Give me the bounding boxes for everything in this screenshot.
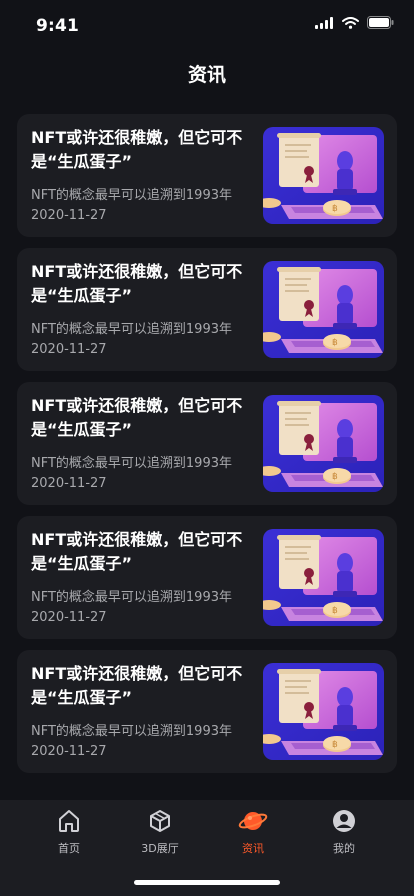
nav-label-home: 首页 (58, 842, 80, 855)
page-title: 资讯 (187, 64, 226, 86)
article-title: NFT或许还很稚嫩，但它可不是“生瓜蛋子” (31, 396, 243, 439)
article-card[interactable]: NFT或许还很稚嫩，但它可不是“生瓜蛋子” NFT的概念最早可以追溯到1993年… (17, 516, 397, 639)
nav-item-news[interactable]: 资讯 (218, 808, 288, 856)
article-card[interactable]: NFT或许还很稚嫩，但它可不是“生瓜蛋子” NFT的概念最早可以追溯到1993年… (17, 650, 397, 773)
article-date: 2020-11-27 (31, 208, 107, 223)
wifi-icon (342, 16, 359, 29)
svg-text:฿: ฿ (332, 204, 338, 214)
battery-icon (367, 16, 394, 29)
svg-text:฿: ฿ (332, 740, 338, 750)
article-thumbnail: ฿ (263, 261, 384, 358)
signal-icon (315, 16, 333, 29)
home-indicator (134, 880, 280, 885)
article-subtitle: NFT的概念最早可以追溯到1993年 (31, 724, 232, 739)
article-card[interactable]: NFT或许还很稚嫩，但它可不是“生瓜蛋子” NFT的概念最早可以追溯到1993年… (17, 114, 397, 237)
article-title: NFT或许还很稚嫩，但它可不是“生瓜蛋子” (31, 530, 243, 573)
article-thumbnail: ฿ (263, 663, 384, 760)
article-card[interactable]: NFT或许还很稚嫩，但它可不是“生瓜蛋子” NFT的概念最早可以追溯到1993年… (17, 382, 397, 505)
article-thumbnail: ฿ (263, 127, 384, 224)
nav-label-3d-hall: 3D展厅 (141, 842, 179, 855)
article-date: 2020-11-27 (31, 476, 107, 491)
nav-item-me[interactable]: 我的 (309, 808, 379, 856)
svg-text:฿: ฿ (332, 472, 338, 482)
status-icons (315, 16, 394, 29)
article-title: NFT或许还很稚嫩，但它可不是“生瓜蛋子” (31, 262, 243, 305)
planet-icon (238, 812, 268, 830)
article-subtitle: NFT的概念最早可以追溯到1993年 (31, 322, 232, 337)
article-date: 2020-11-27 (31, 744, 107, 759)
status-bar: 9:41 (0, 0, 414, 50)
article-subtitle: NFT的概念最早可以追溯到1993年 (31, 590, 232, 605)
article-list: NFT或许还很稚嫩，但它可不是“生瓜蛋子” NFT的概念最早可以追溯到1993年… (17, 114, 397, 784)
article-card[interactable]: NFT或许还很稚嫩，但它可不是“生瓜蛋子” NFT的概念最早可以追溯到1993年… (17, 248, 397, 371)
article-title: NFT或许还很稚嫩，但它可不是“生瓜蛋子” (31, 128, 243, 171)
status-time: 9:41 (36, 16, 80, 36)
article-subtitle: NFT的概念最早可以追溯到1993年 (31, 456, 232, 471)
cube-icon (150, 810, 170, 832)
article-subtitle: NFT的概念最早可以追溯到1993年 (31, 188, 232, 203)
nav-label-news: 资讯 (242, 842, 264, 855)
nav-item-home[interactable]: 首页 (34, 808, 104, 856)
nav-label-me: 我的 (333, 842, 355, 855)
user-icon (333, 810, 355, 832)
svg-text:฿: ฿ (332, 606, 338, 616)
nav-item-3d-hall[interactable]: 3D展厅 (125, 808, 195, 856)
article-date: 2020-11-27 (31, 610, 107, 625)
article-thumbnail: ฿ (263, 395, 384, 492)
svg-text:฿: ฿ (332, 338, 338, 348)
home-icon (59, 810, 79, 832)
article-title: NFT或许还很稚嫩，但它可不是“生瓜蛋子” (31, 664, 243, 707)
article-date: 2020-11-27 (31, 342, 107, 357)
article-thumbnail: ฿ (263, 529, 384, 626)
